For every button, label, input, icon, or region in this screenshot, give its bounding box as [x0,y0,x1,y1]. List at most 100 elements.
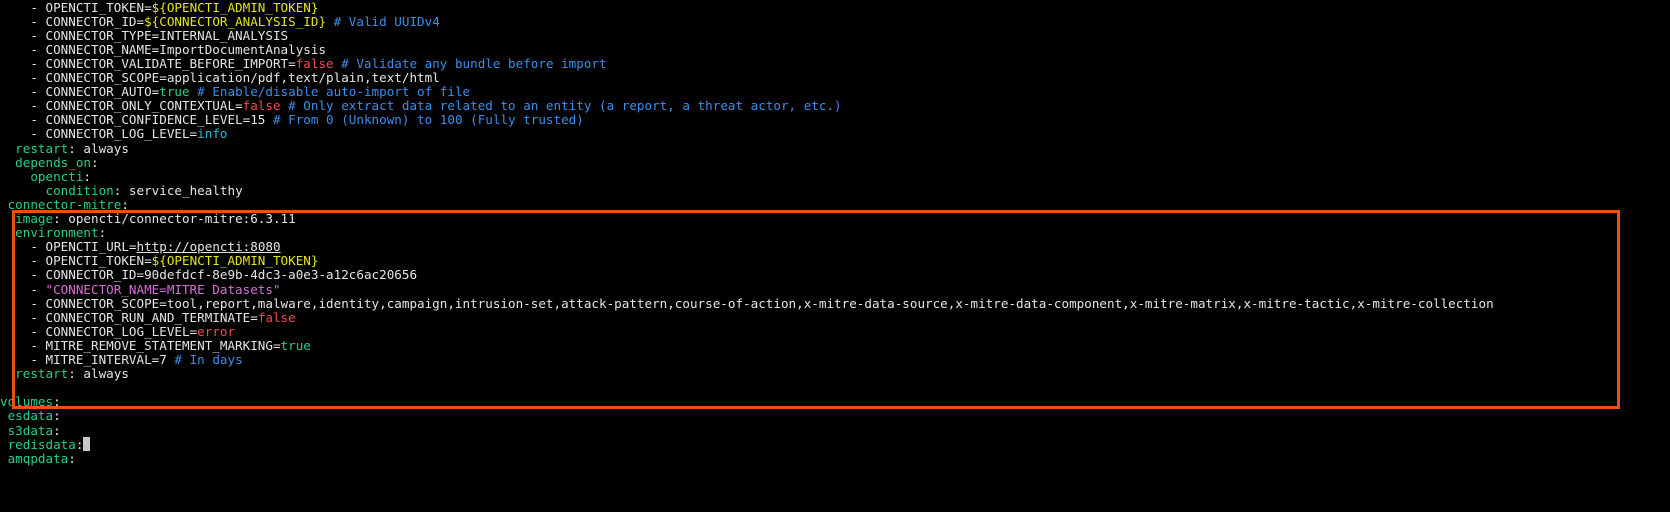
code-token: : [53,422,61,438]
code-token: CONNECTOR_ID=90defdcf-8e9b-4dc3-a0e3-a12… [45,267,418,283]
code-token: : [53,394,61,410]
code-line: - CONNECTOR_AUTO=true # Enable/disable a… [0,84,470,99]
code-token: connector-mitre [7,196,122,212]
code-token: OPENCTI_TOKEN= [45,253,152,269]
code-token: CONNECTOR_VALIDATE_BEFORE_IMPORT= [45,55,296,71]
code-token: - [0,309,46,325]
code-token: CONNECTOR_TYPE=INTERNAL_ANALYSIS [45,27,289,43]
code-token: : [68,450,76,466]
code-token: - [0,323,46,339]
code-line: - CONNECTOR_VALIDATE_BEFORE_IMPORT=false… [0,55,606,71]
code-line: - CONNECTOR_CONFIDENCE_LEVEL=15 # From 0… [0,112,584,127]
code-token: - [0,0,46,15]
code-line: restart: always [0,366,129,381]
code-line: - OPENCTI_URL=http://opencti:8080 [0,239,281,255]
code-token: - [0,239,46,255]
code-token: - [0,267,46,283]
code-line: condition: service_healthy [0,183,243,198]
code-token: : [91,154,99,170]
code-line: amqpdata: [0,451,76,466]
code-token: restart [15,140,69,156]
code-line: - CONNECTOR_ID=90defdcf-8e9b-4dc3-a0e3-a… [0,267,417,282]
code-token: error [197,323,236,339]
code-token: : [121,196,129,212]
code-line: volumes: [0,394,61,409]
code-token: - [0,281,46,297]
terminal-editor[interactable]: - OPENCTI_TOKEN=${OPENCTI_ADMIN_TOKEN} -… [0,0,1670,512]
code-token: : always [68,366,129,382]
code-token: - [0,112,46,128]
code-line: image: opencti/connector-mitre:6.3.11 [0,211,296,226]
code-token: - [0,126,46,142]
code-token: : [98,225,107,241]
code-token: - [0,295,46,311]
code-token: depends_on [15,154,91,170]
code-line: - MITRE_REMOVE_STATEMENT_MARKING=true [0,338,311,353]
code-token: ${OPENCTI_ADMIN_TOKEN} [151,253,319,269]
code-token: # Valid UUIDv4 [326,13,440,29]
code-line: restart: always [0,141,129,156]
code-token: MITRE_INTERVAL=7 [45,352,167,367]
code-token: - [0,27,46,43]
code-token: - [0,84,46,100]
code-token: CONNECTOR_RUN_AND_TERMINATE= [45,309,258,325]
code-token: ${OPENCTI_ADMIN_TOKEN} [151,0,319,15]
code-token: CONNECTOR_ID= [45,13,145,29]
code-line: - "CONNECTOR_NAME=MITRE Datasets" [0,281,281,297]
code-token: true [280,337,311,353]
code-token: : opencti/connector-mitre:6.3.11 [53,211,296,226]
code-token: OPENCTI_TOKEN= [45,0,152,15]
code-token: "CONNECTOR_NAME=MITRE Datasets" [45,281,281,297]
code-token: OPENCTI_URL= [45,239,137,255]
code-token: info [197,126,228,142]
code-token: CONNECTOR_NAME=ImportDocumentAnalysis [45,41,327,57]
code-line: - CONNECTOR_ONLY_CONTEXTUAL=false # Only… [0,98,842,114]
code-line: - CONNECTOR_LOG_LEVEL=info [0,126,228,142]
code-token: CONNECTOR_SCOPE=application/pdf,text/pla… [45,70,440,85]
code-token: restart [15,366,69,382]
code-line: redisdata: [0,436,91,452]
code-token: : always [68,140,129,156]
code-token: - [0,41,46,57]
code-token: : [83,168,92,184]
code-line: environment: [0,225,106,240]
code-token: - [0,352,46,367]
code-token: false [242,98,281,114]
code-token: CONNECTOR_LOG_LEVEL= [45,323,198,339]
code-token: - [0,253,46,269]
code-token: - [0,55,46,71]
code-line: - CONNECTOR_SCOPE=application/pdf,text/p… [0,70,440,85]
code-token: - [0,337,46,353]
code-token: false [257,309,296,325]
code-token: CONNECTOR_ONLY_CONTEXTUAL= [45,98,243,114]
code-line: opencti: [0,169,91,184]
code-token: http://opencti:8080 [136,239,281,255]
code-line: - CONNECTOR_NAME=ImportDocumentAnalysis [0,42,326,57]
code-line: connector-mitre: [0,197,129,212]
code-token: false [295,55,334,71]
code-token: - [0,70,46,85]
code-token: CONNECTOR_AUTO= [45,84,160,100]
code-line: - MITRE_INTERVAL=7 # In days [0,352,242,367]
code-token: CONNECTOR_SCOPE=tool,report,malware,iden… [45,295,1494,311]
code-token: esdata [7,408,54,424]
code-line: - OPENCTI_TOKEN=${OPENCTI_ADMIN_TOKEN} [0,253,318,268]
code-line: s3data: [0,423,61,438]
code-token: - [0,98,46,114]
code-token: # Only extract data related to an entity… [280,98,842,114]
code-line: - OPENCTI_TOKEN=${OPENCTI_ADMIN_TOKEN} [0,0,318,15]
code-token: MITRE_REMOVE_STATEMENT_MARKING= [45,337,281,353]
code-token: ${CONNECTOR_ANALYSIS_ID} [144,13,327,29]
code-line: - CONNECTOR_LOG_LEVEL=error [0,324,235,339]
code-token: amqpdata [7,450,69,466]
code-line: - CONNECTOR_ID=${CONNECTOR_ANALYSIS_ID} … [0,13,440,29]
